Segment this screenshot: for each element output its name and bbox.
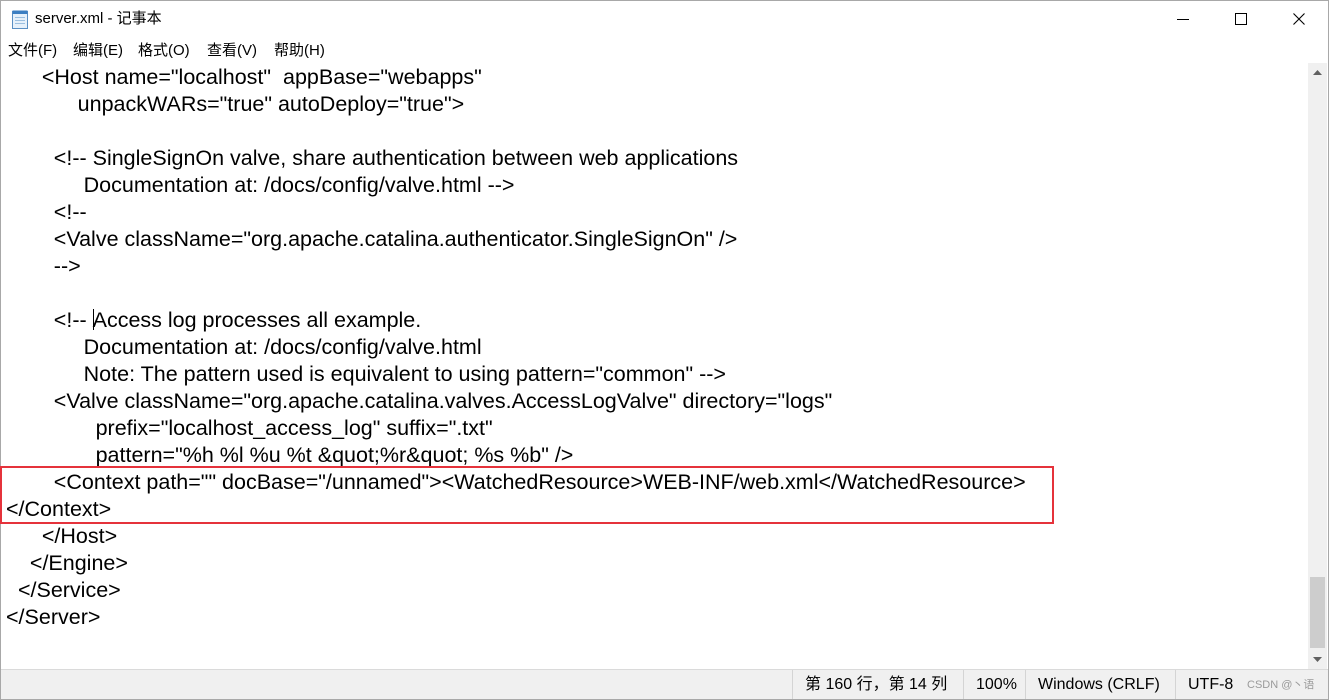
scroll-up-icon [1313, 70, 1322, 75]
title-bar[interactable]: server.xml - 记事本 [0, 0, 1329, 38]
menu-file[interactable]: 文件(F) [2, 38, 63, 63]
editor-line[interactable]: </Context> [1, 496, 1308, 523]
notepad-icon-graphic [12, 10, 28, 29]
editor-line[interactable] [1, 280, 1308, 307]
maximize-icon [1235, 13, 1247, 25]
menu-format[interactable]: 格式(O) [132, 38, 196, 63]
minimize-button[interactable] [1154, 0, 1212, 38]
editor-line[interactable]: <!-- [1, 199, 1308, 226]
scrollbar-track[interactable] [1308, 82, 1327, 650]
editor-line[interactable]: </Service> [1, 577, 1308, 604]
minimize-icon [1177, 19, 1189, 20]
menu-help[interactable]: 帮助(H) [268, 38, 331, 63]
editor-line[interactable]: </Engine> [1, 550, 1308, 577]
watermark: CSDN @丶语 [1247, 679, 1315, 691]
scrollbar-thumb[interactable] [1310, 577, 1325, 648]
scroll-down-button[interactable] [1308, 650, 1327, 669]
editor-line[interactable]: </Server> [1, 604, 1308, 631]
status-zoom: 100% [963, 670, 1025, 700]
window-title: server.xml - 记事本 [35, 10, 162, 27]
editor-line[interactable]: <Context path="" docBase="/unnamed"><Wat… [1, 469, 1308, 496]
text-caret [92, 309, 94, 330]
text-editor[interactable]: <Host name="localhost" appBase="webapps"… [1, 63, 1308, 669]
close-button[interactable] [1270, 0, 1328, 38]
status-line-ending: Windows (CRLF) [1025, 670, 1175, 700]
maximize-button[interactable] [1212, 0, 1270, 38]
notepad-icon[interactable] [11, 9, 29, 29]
editor-line[interactable]: unpackWARs="true" autoDeploy="true"> [1, 91, 1308, 118]
menu-edit[interactable]: 编辑(E) [67, 38, 129, 63]
editor-line[interactable]: pattern="%h %l %u %t &quot;%r&quot; %s %… [1, 442, 1308, 469]
editor-line-with-caret[interactable]: <!-- Access log processes all example. [1, 307, 1308, 334]
editor-line[interactable]: <Valve className="org.apache.catalina.va… [1, 388, 1308, 415]
editor-line[interactable]: prefix="localhost_access_log" suffix=".t… [1, 415, 1308, 442]
status-cursor-position: 第 160 行，第 14 列 [792, 670, 963, 700]
close-icon [1293, 13, 1305, 25]
editor-line[interactable]: <Host name="localhost" appBase="webapps" [1, 64, 1308, 91]
editor-line[interactable] [1, 118, 1308, 145]
scroll-up-button[interactable] [1308, 63, 1327, 82]
editor-line[interactable]: --> [1, 253, 1308, 280]
vertical-scrollbar[interactable] [1308, 63, 1327, 669]
editor-line[interactable]: <Valve className="org.apache.catalina.au… [1, 226, 1308, 253]
menu-view[interactable]: 查看(V) [201, 38, 263, 63]
editor-line[interactable]: Documentation at: /docs/config/valve.htm… [1, 334, 1308, 361]
editor-line[interactable]: <!-- SingleSignOn valve, share authentic… [1, 145, 1308, 172]
editor-line[interactable]: Documentation at: /docs/config/valve.htm… [1, 172, 1308, 199]
menu-bar: 文件(F) 编辑(E) 格式(O) 查看(V) 帮助(H) [0, 38, 1329, 63]
scroll-down-icon [1313, 657, 1322, 662]
editor-line[interactable]: </Host> [1, 523, 1308, 550]
editor-line[interactable]: Note: The pattern used is equivalent to … [1, 361, 1308, 388]
status-bar: 第 160 行，第 14 列 100% Windows (CRLF) UTF-8 [0, 669, 1329, 700]
